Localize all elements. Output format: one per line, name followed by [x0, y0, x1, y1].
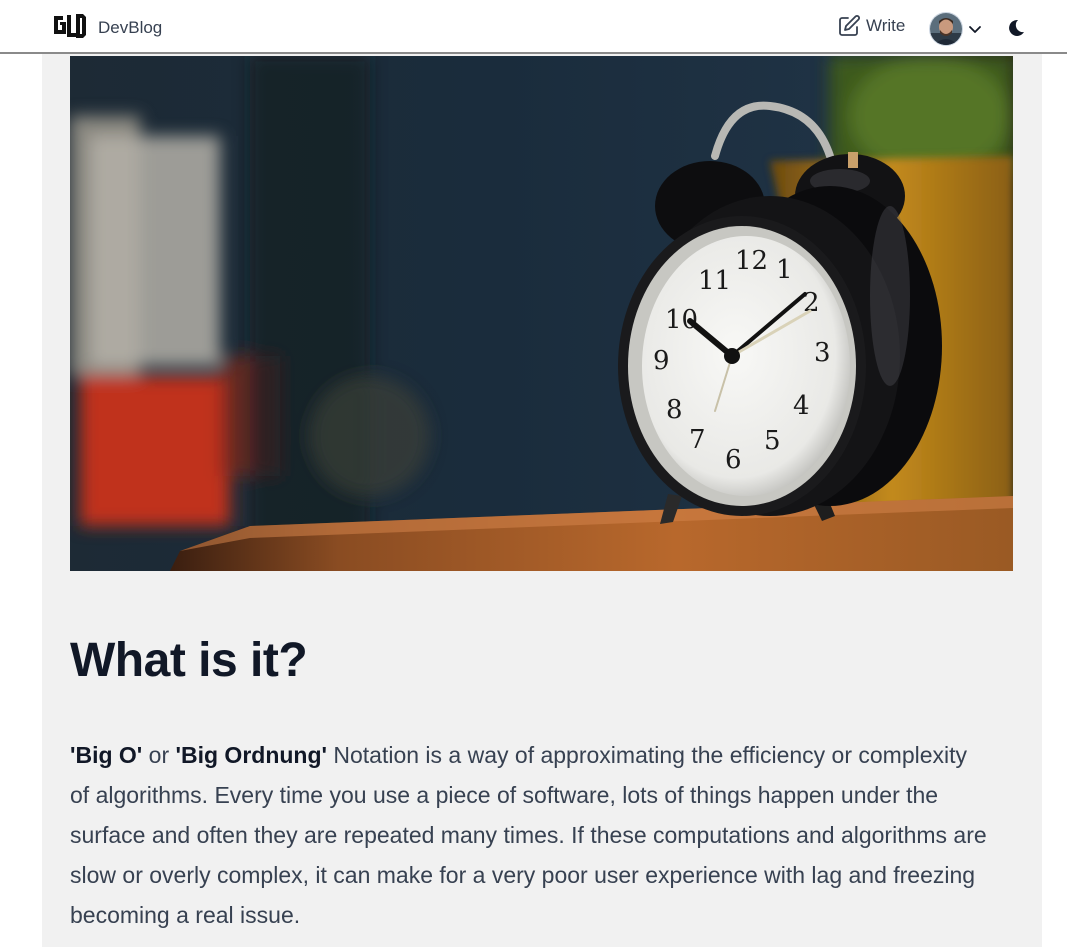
- clock-numeral-8: 8: [666, 395, 683, 425]
- brand-name: DevBlog: [98, 18, 163, 37]
- clock-numeral-7: 7: [689, 425, 706, 455]
- clock-numeral-1: 1: [776, 255, 793, 285]
- user-avatar: [929, 12, 963, 46]
- clock-numeral-6: 6: [725, 445, 742, 475]
- gld-logo-icon: [53, 14, 87, 40]
- edit-icon: [839, 15, 860, 36]
- brand-home-link[interactable]: DevBlog: [52, 11, 162, 43]
- clock-numeral-11: 11: [698, 266, 731, 296]
- write-button[interactable]: Write: [837, 14, 905, 38]
- article-paragraph: 'Big O' or 'Big Ordnung' Notation is a w…: [70, 735, 990, 935]
- clock-numeral-12: 12: [735, 246, 768, 276]
- paragraph-body: Notation is a way of approximating the e…: [70, 742, 987, 928]
- clock-numeral-5: 5: [764, 426, 781, 456]
- user-menu-toggle[interactable]: [929, 12, 983, 46]
- top-navigation-bar: DevBlog Write: [0, 0, 1067, 54]
- term-big-o: 'Big O': [70, 742, 143, 768]
- chevron-down-icon: [969, 26, 981, 33]
- clock-numeral-3: 3: [814, 338, 831, 368]
- hero-image: 12 1 2 3 4 5 6 7 8 9 10 11: [70, 56, 1013, 571]
- moon-icon[interactable]: [1004, 16, 1028, 40]
- write-button-label: Write: [866, 16, 906, 35]
- clock-numeral-4: 4: [793, 391, 810, 421]
- term-big-ordnung: 'Big Ordnung': [175, 742, 327, 768]
- clock-numeral-9: 9: [653, 346, 670, 376]
- article-heading: What is it?: [70, 634, 308, 687]
- connector-text: or: [142, 742, 176, 768]
